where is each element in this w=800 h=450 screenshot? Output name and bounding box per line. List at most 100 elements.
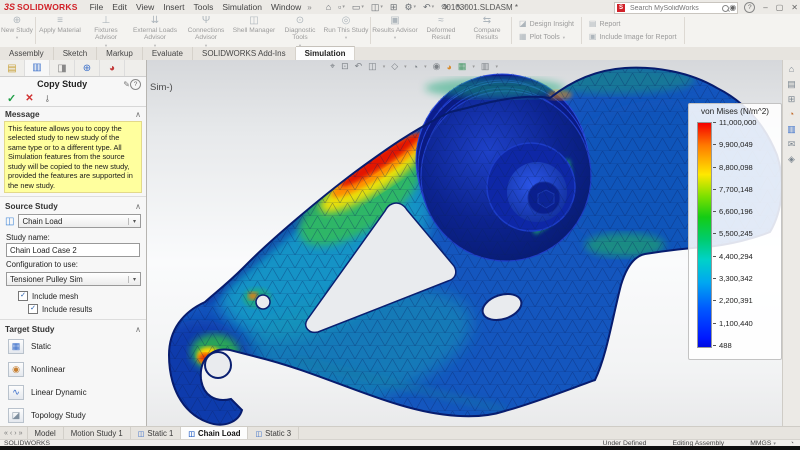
nonlinear-study-icon: ◉ — [8, 362, 24, 378]
include-mesh-checkbox[interactable]: ✓ — [18, 291, 28, 302]
compare-results-button[interactable]: ⇆ Compare Results — [464, 14, 510, 47]
run-study-icon: ◎ — [341, 15, 351, 26]
target-topology-study[interactable]: ◪ Topology Study — [0, 404, 146, 427]
previous-tab-icon[interactable]: ‹ — [10, 430, 12, 437]
tab-solidworks-addins[interactable]: SOLIDWORKS Add-Ins — [193, 47, 296, 60]
source-study-section-header[interactable]: Source Study ∧ — [0, 199, 146, 212]
tab-simulation[interactable]: Simulation — [295, 46, 356, 60]
include-results-row[interactable]: ✓ Include results — [0, 301, 146, 315]
connections-advisor-icon: Ψ — [201, 15, 211, 26]
home-panel-icon[interactable]: ◈ — [788, 154, 795, 164]
menu-simulation[interactable]: Simulation — [222, 2, 262, 12]
target-nonlinear[interactable]: ◉ Nonlinear — [0, 358, 146, 381]
file-explorer-icon[interactable]: ⊞ — [788, 94, 796, 104]
plot-tools-button[interactable]: ▦ Plot Tools ▾ — [519, 32, 574, 42]
deformed-result-icon: ≈ — [438, 15, 444, 26]
results-advisor-button[interactable]: ▣ Results Advisor ▾ — [372, 14, 418, 47]
edit-appearance-icon[interactable]: ◕ — [446, 62, 451, 72]
menu-insert[interactable]: Insert — [163, 2, 184, 12]
include-image-for-report-button[interactable]: ▣ Include Image for Report — [589, 32, 677, 42]
manager-tabs: ▤ ▥ ◨ ⊕ ◕ — [0, 60, 146, 77]
previous-view-icon[interactable]: ↶ — [355, 61, 363, 72]
shell-manager-button[interactable]: ◫ Shell Manager — [231, 14, 277, 47]
fixtures-advisor-button[interactable]: ⊥ Fixtures Advisor ▾ — [83, 14, 129, 48]
minimize-button[interactable]: – — [763, 3, 767, 12]
new-study-button[interactable]: ⊕ New Study ▾ — [0, 14, 34, 47]
menu-pin-icon[interactable]: » — [307, 3, 311, 12]
hide-show-items-icon[interactable]: ◉ — [433, 61, 441, 72]
menu-tools[interactable]: Tools — [193, 2, 213, 12]
feature-tree-icon: ▤ — [7, 62, 17, 74]
tab-displaymanager[interactable]: ◕ — [100, 60, 125, 76]
source-study-select[interactable]: Chain Load ▾ — [18, 214, 141, 229]
section-view-icon[interactable]: ◫ — [368, 61, 377, 72]
feedback-icon[interactable]: ✎ — [123, 80, 130, 89]
report-button[interactable]: ▤ Report — [589, 19, 677, 29]
tab-sketch[interactable]: Sketch — [54, 47, 98, 60]
tab-configurationmanager[interactable]: ◨ — [50, 60, 75, 76]
forum-icon[interactable]: ✉ — [788, 139, 796, 149]
design-insight-button[interactable]: ◪ Design Insight — [519, 19, 574, 29]
diagnostic-tools-button[interactable]: ⊙ Diagnostic Tools ▾ — [277, 14, 323, 48]
target-study-section-header[interactable]: Target Study ∧ — [0, 322, 146, 335]
search-box[interactable]: S ▾ — [614, 2, 738, 14]
view-orientation-icon[interactable]: ◇ — [391, 61, 398, 72]
zoom-to-fit-icon[interactable]: ⌖ — [330, 61, 335, 72]
help-icon[interactable]: ? — [744, 1, 756, 13]
next-tab-icon[interactable]: › — [14, 430, 16, 437]
panel-actions: ✓ ✕ ⊸ — [0, 91, 146, 107]
target-static[interactable]: ▦ Static — [0, 335, 146, 358]
appearances-icon[interactable]: ◔ — [789, 109, 794, 119]
apply-material-button[interactable]: ≡ Apply Material — [37, 14, 83, 47]
menu-file[interactable]: File — [90, 2, 104, 12]
legend-value-row: 7,700,148 — [713, 185, 756, 194]
resources-icon[interactable]: ⌂ — [789, 64, 794, 74]
display-style-icon[interactable]: ◔ — [413, 62, 418, 72]
menu-view[interactable]: View — [136, 2, 154, 12]
last-tab-icon[interactable]: » — [19, 430, 23, 437]
view-settings-icon[interactable]: ▥ — [481, 61, 490, 72]
tab-propertymanager[interactable]: ▥ — [25, 60, 50, 76]
tab-evaluate[interactable]: Evaluate — [143, 47, 193, 60]
static-study-icon: ▦ — [8, 339, 24, 355]
connections-advisor-button[interactable]: Ψ Connections Advisor ▾ — [181, 14, 231, 48]
user-account-icon[interactable]: ◉ — [729, 3, 736, 12]
menu-edit[interactable]: Edit — [112, 2, 127, 12]
collapse-icon: ∧ — [135, 110, 141, 119]
configuration-icon: ◨ — [57, 62, 67, 74]
study-name-input[interactable] — [7, 244, 139, 256]
include-results-checkbox[interactable]: ✓ — [28, 304, 38, 315]
search-input[interactable] — [628, 3, 720, 13]
open-button[interactable]: ▭ ▾ — [352, 2, 364, 13]
panel-help-icon[interactable]: ? — [130, 78, 141, 90]
configuration-select[interactable]: Tensioner Pulley Sim ▾ — [6, 272, 141, 287]
deformed-result-button[interactable]: ≈ Deformed Result — [418, 14, 464, 47]
close-button[interactable]: ✕ — [791, 3, 798, 12]
custom-properties-icon[interactable]: ▥ — [787, 124, 796, 134]
cancel-button[interactable]: ✕ — [25, 93, 33, 104]
new-document-button[interactable]: ▫ ▾ — [338, 2, 345, 12]
target-linear-dynamic[interactable]: ∿ Linear Dynamic — [0, 381, 146, 404]
tab-markup[interactable]: Markup — [97, 47, 143, 60]
property-manager-panel: ▤ ▥ ◨ ⊕ ◕ Copy Study ✎ ? ✓ ✕ ⊸ Message ∧… — [0, 60, 147, 426]
apply-scene-icon[interactable]: ▦ — [458, 61, 467, 72]
ribbon-separator — [511, 17, 512, 44]
design-library-icon[interactable]: ▤ — [787, 79, 796, 89]
include-mesh-row[interactable]: ✓ Include mesh — [0, 288, 146, 302]
tab-assembly[interactable]: Assembly — [0, 47, 54, 60]
command-manager-ribbon: ⊕ New Study ▾ ≡ Apply Material ⊥ Fixture… — [0, 14, 800, 48]
dimxpert-icon: ⊕ — [82, 62, 92, 74]
tab-featuremanager[interactable]: ▤ — [0, 60, 25, 76]
home-button[interactable]: ⌂ — [326, 2, 331, 12]
run-this-study-button[interactable]: ◎ Run This Study ▾ — [323, 14, 369, 47]
message-section-header[interactable]: Message ∧ — [0, 107, 146, 120]
first-tab-icon[interactable]: « — [4, 430, 8, 437]
tab-dimxpertmanager[interactable]: ⊕ — [75, 60, 100, 76]
menu-window[interactable]: Window — [271, 2, 301, 12]
external-loads-advisor-button[interactable]: ⇊ External Loads Advisor ▾ — [129, 14, 181, 48]
keep-visible-pin-icon[interactable]: ⊸ — [41, 95, 52, 103]
ok-button[interactable]: ✓ — [7, 92, 16, 105]
zoom-to-area-icon[interactable]: ⊡ — [341, 61, 349, 72]
legend-value-row: 9,900,049 — [713, 140, 756, 149]
restore-button[interactable]: ▢ — [776, 3, 784, 12]
